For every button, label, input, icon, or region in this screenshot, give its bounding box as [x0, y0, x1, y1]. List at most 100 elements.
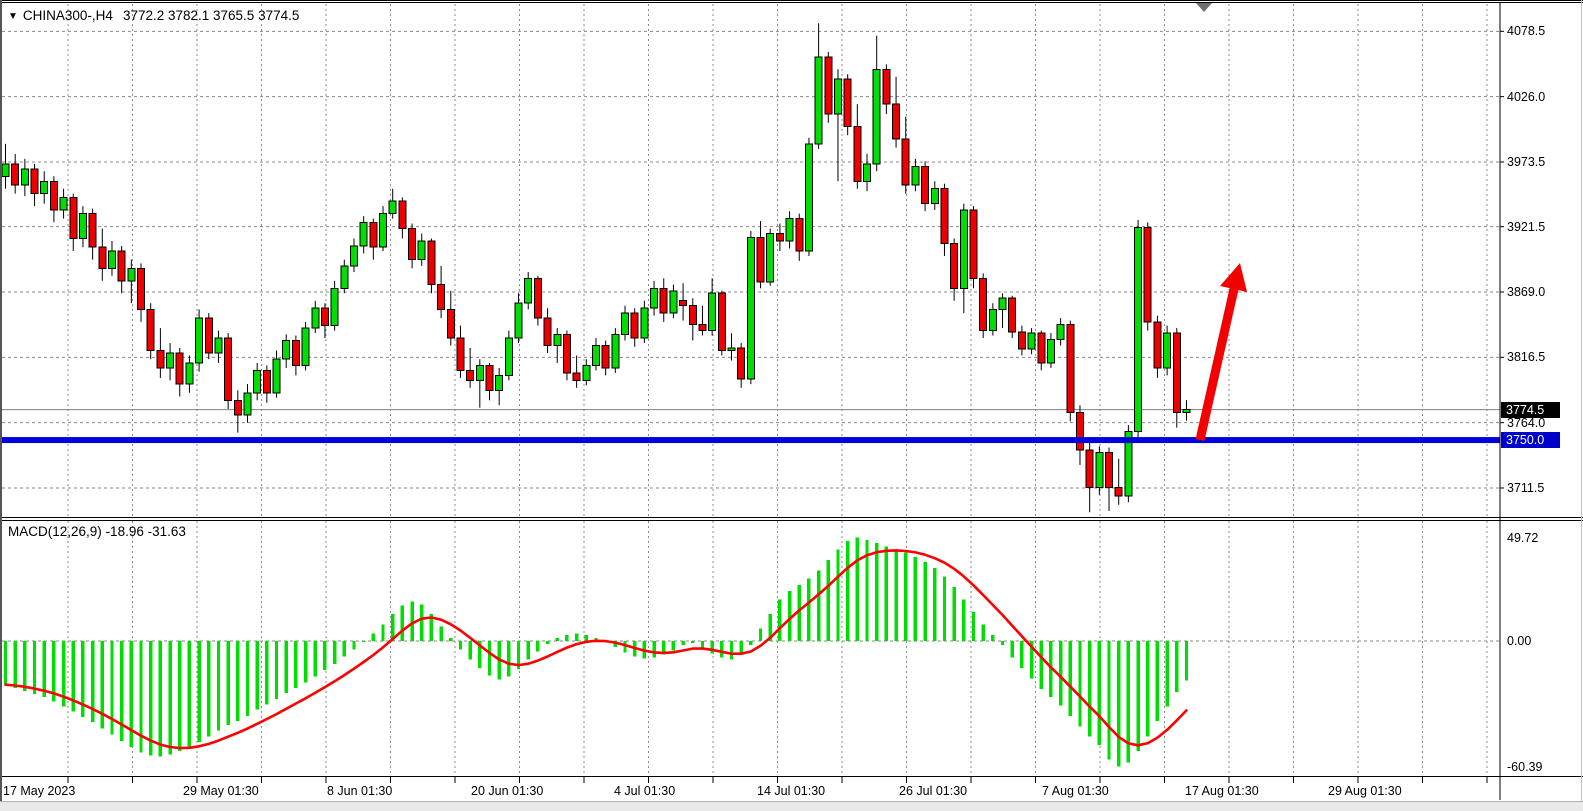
macd-histogram-bar [672, 641, 675, 650]
time-axis-label[interactable]: 7 Aug 01:30 [1042, 784, 1109, 798]
time-axis-label[interactable]: 29 Aug 01:30 [1328, 784, 1402, 798]
time-axis-label[interactable]: 8 Jun 01:30 [327, 784, 392, 798]
candle-bullish [273, 359, 280, 393]
candle-bullish [864, 164, 871, 181]
candle-bullish [612, 334, 619, 368]
candle-bullish [525, 278, 532, 303]
candle-bearish [467, 370, 474, 380]
candle-bearish [118, 251, 125, 281]
candle-bullish [389, 201, 396, 213]
macd-histogram-bar [323, 641, 326, 670]
macd-values: -18.96 -31.63 [106, 524, 186, 539]
time-axis-label[interactable]: 14 Jul 01:30 [757, 784, 825, 798]
macd-histogram-bar [4, 641, 7, 685]
candle-bullish [989, 309, 996, 330]
macd-histogram-bar [701, 641, 704, 648]
price-axis-label[interactable]: 4078.5 [1507, 24, 1545, 38]
macd-histogram-bar [972, 612, 975, 641]
candle-bullish [931, 189, 938, 204]
macd-histogram-bar [923, 562, 926, 641]
candle-bullish [815, 57, 822, 144]
macd-histogram-bar [575, 634, 578, 641]
macd-histogram-bar [275, 641, 278, 699]
candle-bearish [1067, 324, 1074, 412]
macd-histogram-bar [933, 568, 936, 641]
macd-histogram-bar [304, 641, 307, 683]
macd-histogram-bar [1069, 641, 1072, 716]
macd-histogram-bar [159, 641, 162, 756]
time-axis-label[interactable]: 29 May 01:30 [183, 784, 259, 798]
time-axis-label[interactable]: 20 Jun 01:30 [471, 784, 543, 798]
candle-bearish [883, 69, 890, 104]
macd-axis-label[interactable]: -60.39 [1507, 760, 1542, 774]
blue-horizontal-line[interactable] [0, 437, 1500, 443]
macd-histogram-bar [246, 641, 249, 716]
price-axis-label[interactable]: 3869.0 [1507, 285, 1545, 299]
candle-bullish [505, 338, 512, 375]
time-axis-label[interactable]: 26 Jul 01:30 [899, 784, 967, 798]
candle-bullish [592, 346, 599, 366]
chart-window: ▼CHINA300-,H43772.2 3782.1 3765.5 3774.5… [0, 0, 1583, 811]
candle-bullish [360, 222, 367, 246]
macd-indicator-label: MACD(12,26,9) -18.96 -31.63 [8, 524, 186, 539]
price-axis-label[interactable]: 3921.5 [1507, 220, 1545, 234]
candle-bullish [41, 181, 48, 193]
price-axis-label[interactable]: 3973.5 [1507, 155, 1545, 169]
macd-histogram-bar [952, 587, 955, 641]
macd-histogram-bar [749, 641, 752, 645]
time-axis-label[interactable]: 17 May 2023 [3, 784, 75, 798]
candle-bearish [370, 222, 377, 247]
time-axis-label[interactable]: 17 Aug 01:30 [1185, 784, 1259, 798]
macd-histogram-bar [962, 599, 965, 641]
macd-histogram-bar [265, 641, 268, 704]
candle-bearish [796, 219, 803, 251]
candle-bullish [2, 164, 9, 176]
chart-plot-area[interactable] [0, 0, 1583, 811]
candle-bearish [951, 243, 958, 288]
candle-bearish [680, 301, 687, 306]
candle-bearish [447, 309, 454, 338]
candle-bearish [699, 324, 706, 330]
macd-histogram-bar [1040, 641, 1043, 689]
candle-bearish [438, 285, 445, 310]
candle-bullish [254, 370, 261, 392]
candle-bearish [573, 373, 580, 380]
candle-bearish [1018, 332, 1025, 349]
macd-axis-label[interactable]: 0.00 [1507, 634, 1531, 648]
macd-histogram-bar [778, 599, 781, 641]
candle-bullish [196, 318, 203, 363]
candle-bullish [728, 348, 735, 350]
candle-bearish [321, 308, 328, 325]
candle-bullish [1057, 324, 1064, 339]
macd-histogram-bar [333, 641, 336, 664]
macd-histogram-bar [885, 546, 888, 641]
macd-histogram-bar [759, 629, 762, 641]
candle-bearish [1173, 333, 1180, 413]
price-axis-label[interactable]: 3711.5 [1507, 481, 1544, 495]
candle-bearish [205, 318, 212, 353]
price-axis-label[interactable]: 4026.0 [1507, 90, 1545, 104]
candle-bullish [21, 169, 28, 185]
price-axis-label[interactable]: 3764.0 [1507, 416, 1545, 430]
macd-histogram-bar [817, 570, 820, 641]
macd-signal-line [6, 550, 1187, 748]
candle-bearish [138, 268, 145, 309]
candle-bullish [1164, 333, 1171, 368]
macd-histogram-bar [730, 641, 733, 660]
macd-histogram-bar [33, 641, 36, 694]
red-arrow-head[interactable] [1220, 263, 1247, 292]
candle-bearish [563, 334, 570, 373]
time-axis-label[interactable]: 4 Jul 01:30 [614, 784, 675, 798]
macd-histogram-bar [23, 641, 26, 691]
macd-histogram-bar [410, 601, 413, 641]
candle-bullish [215, 338, 222, 353]
candle-bearish [631, 313, 638, 338]
macd-axis-label[interactable]: 49.72 [1507, 531, 1538, 545]
candle-bullish [670, 291, 677, 313]
candle-bullish [767, 234, 774, 283]
symbol-dropdown-icon[interactable]: ▼ [8, 11, 18, 22]
candle-bullish [1096, 453, 1103, 488]
macd-histogram-bar [904, 553, 907, 641]
macd-histogram-bar [856, 538, 859, 641]
price-axis-label[interactable]: 3816.5 [1507, 350, 1545, 364]
